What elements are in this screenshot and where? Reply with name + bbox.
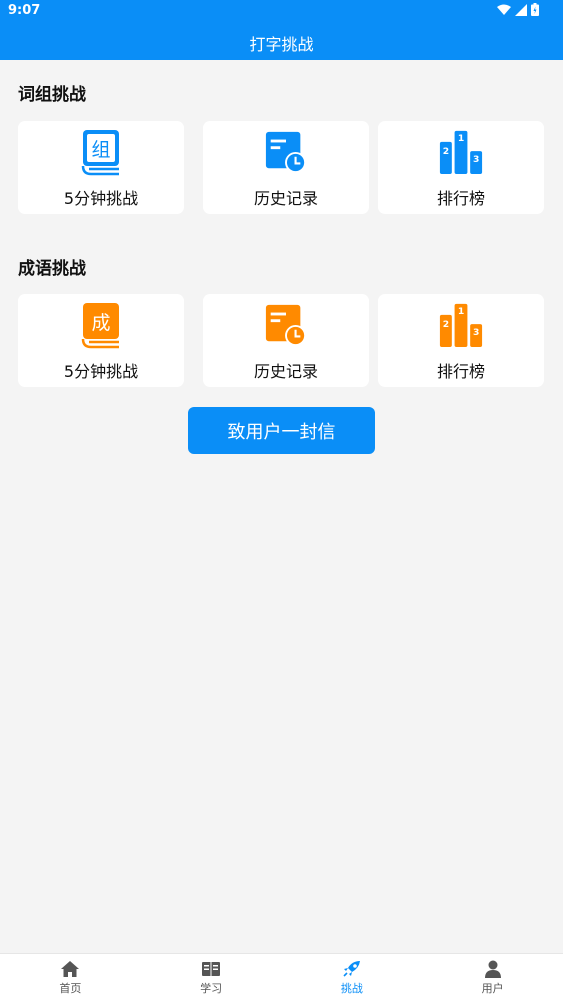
section-title-phrase: 词组挑战 (18, 85, 86, 105)
book-icon: 成 (79, 300, 123, 350)
user-icon (484, 960, 501, 978)
rocket-icon (343, 961, 360, 977)
card-label: 排行榜 (436, 362, 485, 381)
bottom-tab-bar: 首页 学习 挑战 用户 (0, 953, 563, 1001)
card-label: 历史记录 (253, 189, 318, 208)
book-icon: 组 (79, 127, 123, 177)
tab-label: 挑战 (340, 982, 363, 995)
tab-challenge[interactable]: 挑战 (282, 954, 423, 1001)
signal-icon (515, 3, 527, 16)
card-label: 排行榜 (436, 189, 485, 208)
phrase-five-minute-card[interactable]: 组 5分钟挑战 (18, 121, 184, 214)
tab-home[interactable]: 首页 (0, 954, 141, 1001)
phrase-history-card[interactable]: 历史记录 (203, 121, 369, 214)
rank-2: 2 (443, 319, 449, 330)
history-icon (264, 300, 308, 350)
tab-label: 用户 (481, 982, 504, 995)
rank-1: 1 (458, 306, 464, 317)
card-label: 5分钟挑战 (63, 362, 139, 381)
tab-user[interactable]: 用户 (422, 954, 563, 1001)
section-title-idiom: 成语挑战 (18, 259, 86, 279)
card-label: 5分钟挑战 (63, 189, 139, 208)
idiom-history-card[interactable]: 历史记录 (203, 294, 369, 387)
wifi-icon (497, 4, 511, 15)
tab-label: 学习 (200, 982, 223, 995)
history-icon (264, 127, 308, 177)
idiom-five-minute-card[interactable]: 成 5分钟挑战 (18, 294, 184, 387)
rank-1: 1 (458, 133, 464, 144)
podium-icon: 1 2 3 (439, 127, 483, 177)
page-title: 打字挑战 (249, 35, 314, 54)
battery-icon (531, 3, 539, 16)
tab-label: 首页 (59, 982, 82, 995)
status-time: 9:07 (8, 3, 41, 18)
rank-3: 3 (473, 154, 479, 165)
status-icons (497, 3, 539, 16)
card-label: 历史记录 (253, 362, 318, 381)
tab-study[interactable]: 学习 (141, 954, 282, 1001)
rank-2: 2 (443, 146, 449, 157)
book-char: 组 (91, 139, 110, 161)
book-open-icon (202, 962, 221, 976)
rank-3: 3 (473, 327, 479, 338)
letter-to-users-button[interactable]: 致用户一封信 (188, 407, 375, 454)
book-char: 成 (91, 312, 110, 334)
podium-icon: 1 2 3 (439, 300, 483, 350)
app-header: 9:07 打字挑战 (0, 0, 563, 60)
idiom-ranking-card[interactable]: 1 2 3 排行榜 (378, 294, 544, 387)
home-icon (61, 961, 80, 977)
phrase-ranking-card[interactable]: 1 2 3 排行榜 (378, 121, 544, 214)
